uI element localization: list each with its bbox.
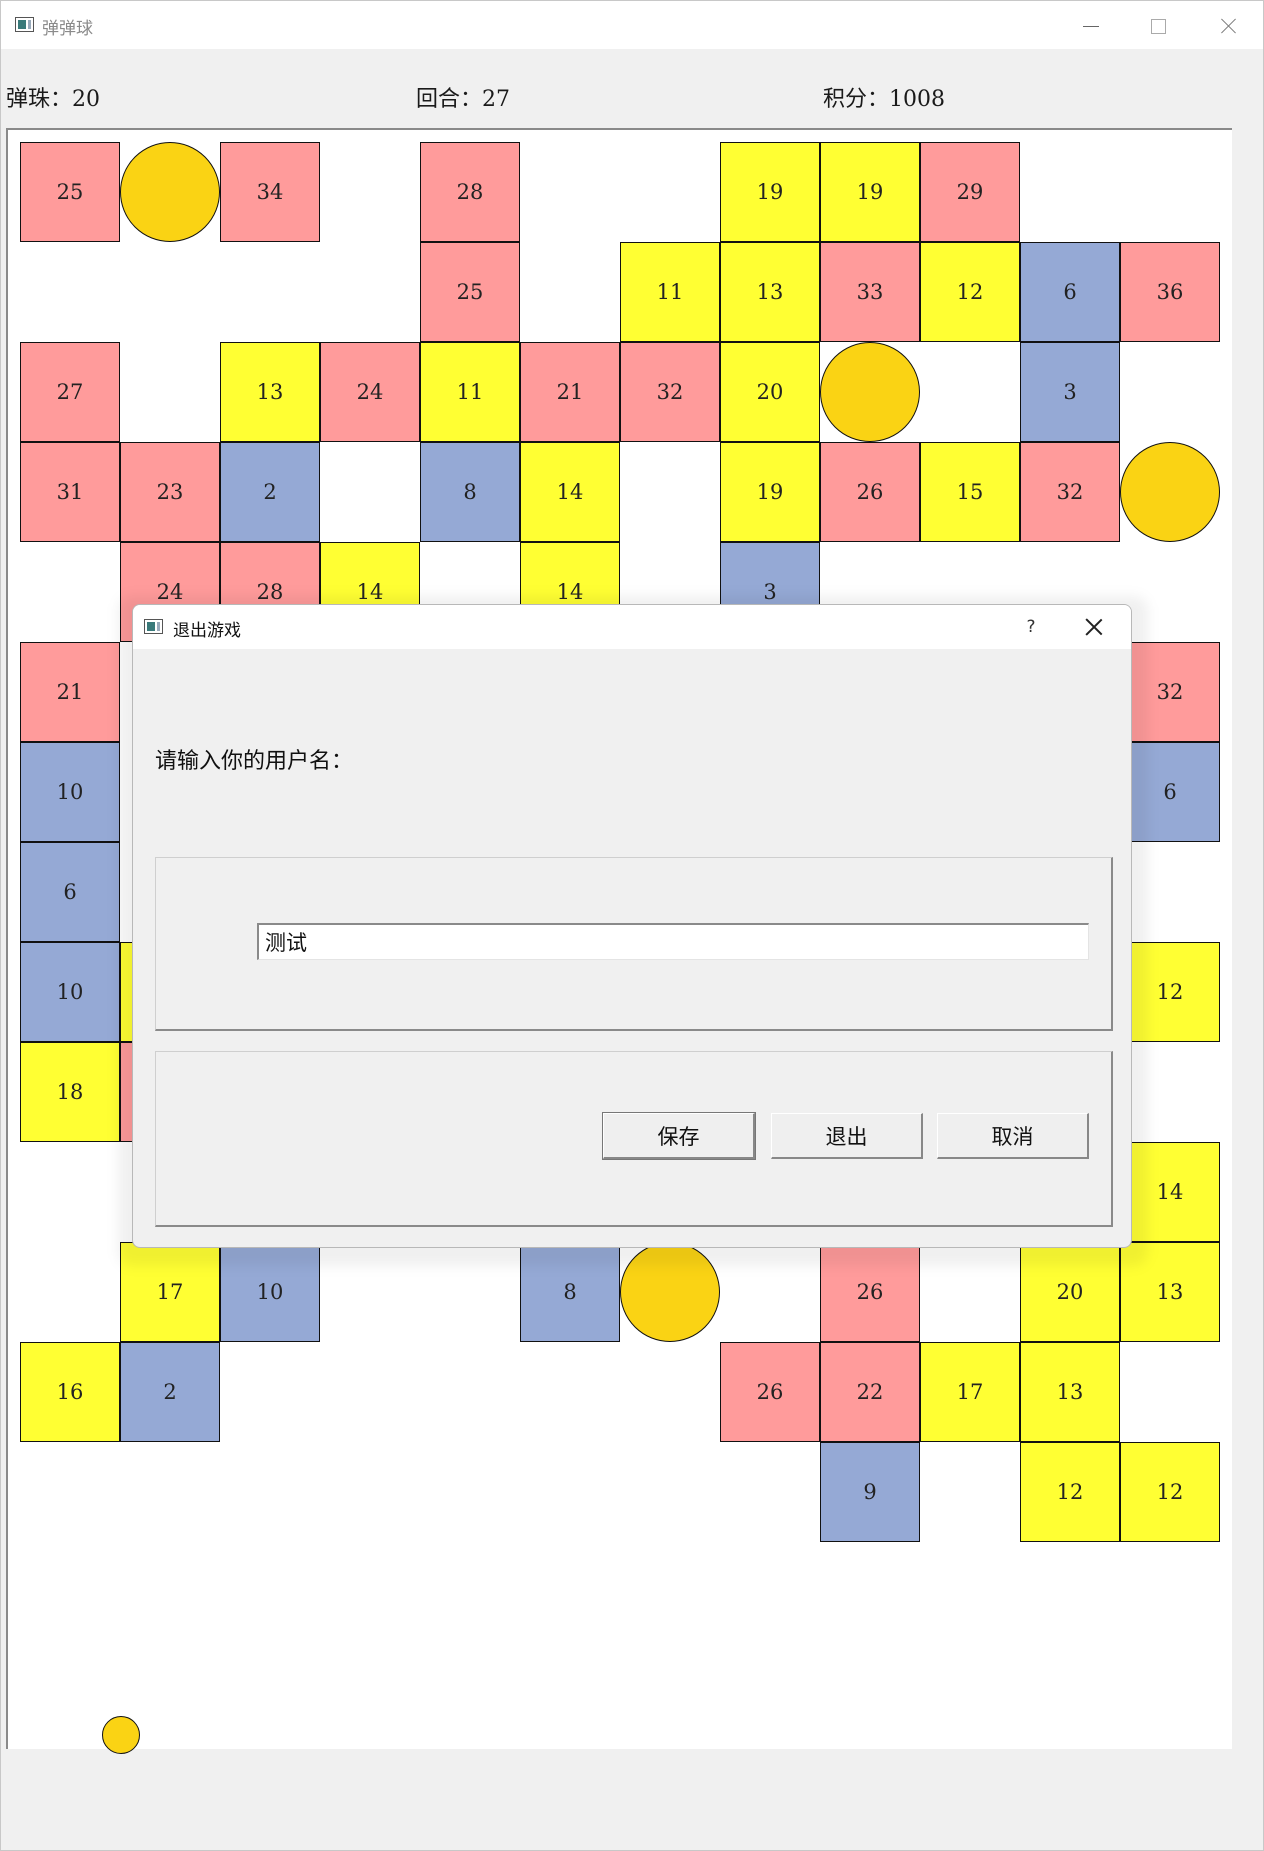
dialog-title: 退出游戏 xyxy=(173,621,241,641)
app-icon xyxy=(15,17,34,32)
brick-block: 18 xyxy=(20,1042,120,1142)
brick-block: 2 xyxy=(120,1342,220,1442)
brick-block: 19 xyxy=(720,142,820,242)
bonus-ball xyxy=(820,342,920,442)
bonus-ball xyxy=(120,142,220,242)
quit-game-dialog: 退出游戏 ? 请输入你的用户名： 保存 退出 取消 xyxy=(132,604,1132,1248)
brick-block: 21 xyxy=(520,342,620,442)
brick-block: 9 xyxy=(820,1442,920,1542)
brick-block: 36 xyxy=(1120,242,1220,342)
brick-block: 21 xyxy=(20,642,120,742)
brick-block: 28 xyxy=(420,142,520,242)
cancel-button[interactable]: 取消 xyxy=(937,1113,1089,1159)
brick-block: 25 xyxy=(20,142,120,242)
bonus-ball xyxy=(1120,442,1220,542)
minimize-button[interactable] xyxy=(1061,9,1121,43)
brick-block: 19 xyxy=(820,142,920,242)
dialog-app-icon xyxy=(144,619,163,634)
brick-block: 33 xyxy=(820,242,920,342)
brick-block: 27 xyxy=(20,342,120,442)
brick-block: 32 xyxy=(1020,442,1120,542)
brick-block: 32 xyxy=(620,342,720,442)
brick-block: 11 xyxy=(620,242,720,342)
title-bar: 弹弹球 xyxy=(1,1,1263,49)
brick-block: 13 xyxy=(1020,1342,1120,1442)
brick-block: 23 xyxy=(120,442,220,542)
brick-block: 34 xyxy=(220,142,320,242)
dialog-close-button[interactable] xyxy=(1075,611,1111,643)
brick-block: 13 xyxy=(220,342,320,442)
username-prompt: 请输入你的用户名： xyxy=(155,749,354,774)
balls-count: 弹珠：20 xyxy=(6,87,100,112)
brick-block: 10 xyxy=(20,742,120,842)
brick-block: 3 xyxy=(1020,342,1120,442)
brick-block: 13 xyxy=(720,242,820,342)
score-display: 积分：1008 xyxy=(823,87,945,112)
brick-block: 12 xyxy=(920,242,1020,342)
brick-block: 29 xyxy=(920,142,1020,242)
brick-block: 14 xyxy=(520,442,620,542)
round-count: 回合：27 xyxy=(416,87,510,112)
brick-block: 24 xyxy=(320,342,420,442)
close-button[interactable] xyxy=(1199,9,1259,43)
brick-block: 6 xyxy=(1020,242,1120,342)
brick-block: 12 xyxy=(1120,1442,1220,1542)
brick-block: 10 xyxy=(20,942,120,1042)
quit-button[interactable]: 退出 xyxy=(771,1113,923,1159)
brick-block: 11 xyxy=(420,342,520,442)
help-button[interactable]: ? xyxy=(1013,611,1049,643)
window-title: 弹弹球 xyxy=(42,19,93,39)
maximize-button[interactable] xyxy=(1128,9,1188,43)
player-ball xyxy=(102,1716,140,1754)
brick-block: 12 xyxy=(1020,1442,1120,1542)
brick-block: 20 xyxy=(720,342,820,442)
brick-block: 16 xyxy=(20,1342,120,1442)
brick-block: 8 xyxy=(420,442,520,542)
dialog-title-bar: 退出游戏 ? xyxy=(133,605,1131,649)
brick-block: 26 xyxy=(720,1342,820,1442)
brick-block: 22 xyxy=(820,1342,920,1442)
brick-block: 6 xyxy=(20,842,120,942)
save-button[interactable]: 保存 xyxy=(602,1112,756,1160)
brick-block: 31 xyxy=(20,442,120,542)
brick-block: 25 xyxy=(420,242,520,342)
brick-block: 2 xyxy=(220,442,320,542)
brick-block: 26 xyxy=(820,442,920,542)
brick-block: 17 xyxy=(920,1342,1020,1442)
brick-block: 15 xyxy=(920,442,1020,542)
brick-block: 19 xyxy=(720,442,820,542)
username-input[interactable] xyxy=(257,923,1089,960)
